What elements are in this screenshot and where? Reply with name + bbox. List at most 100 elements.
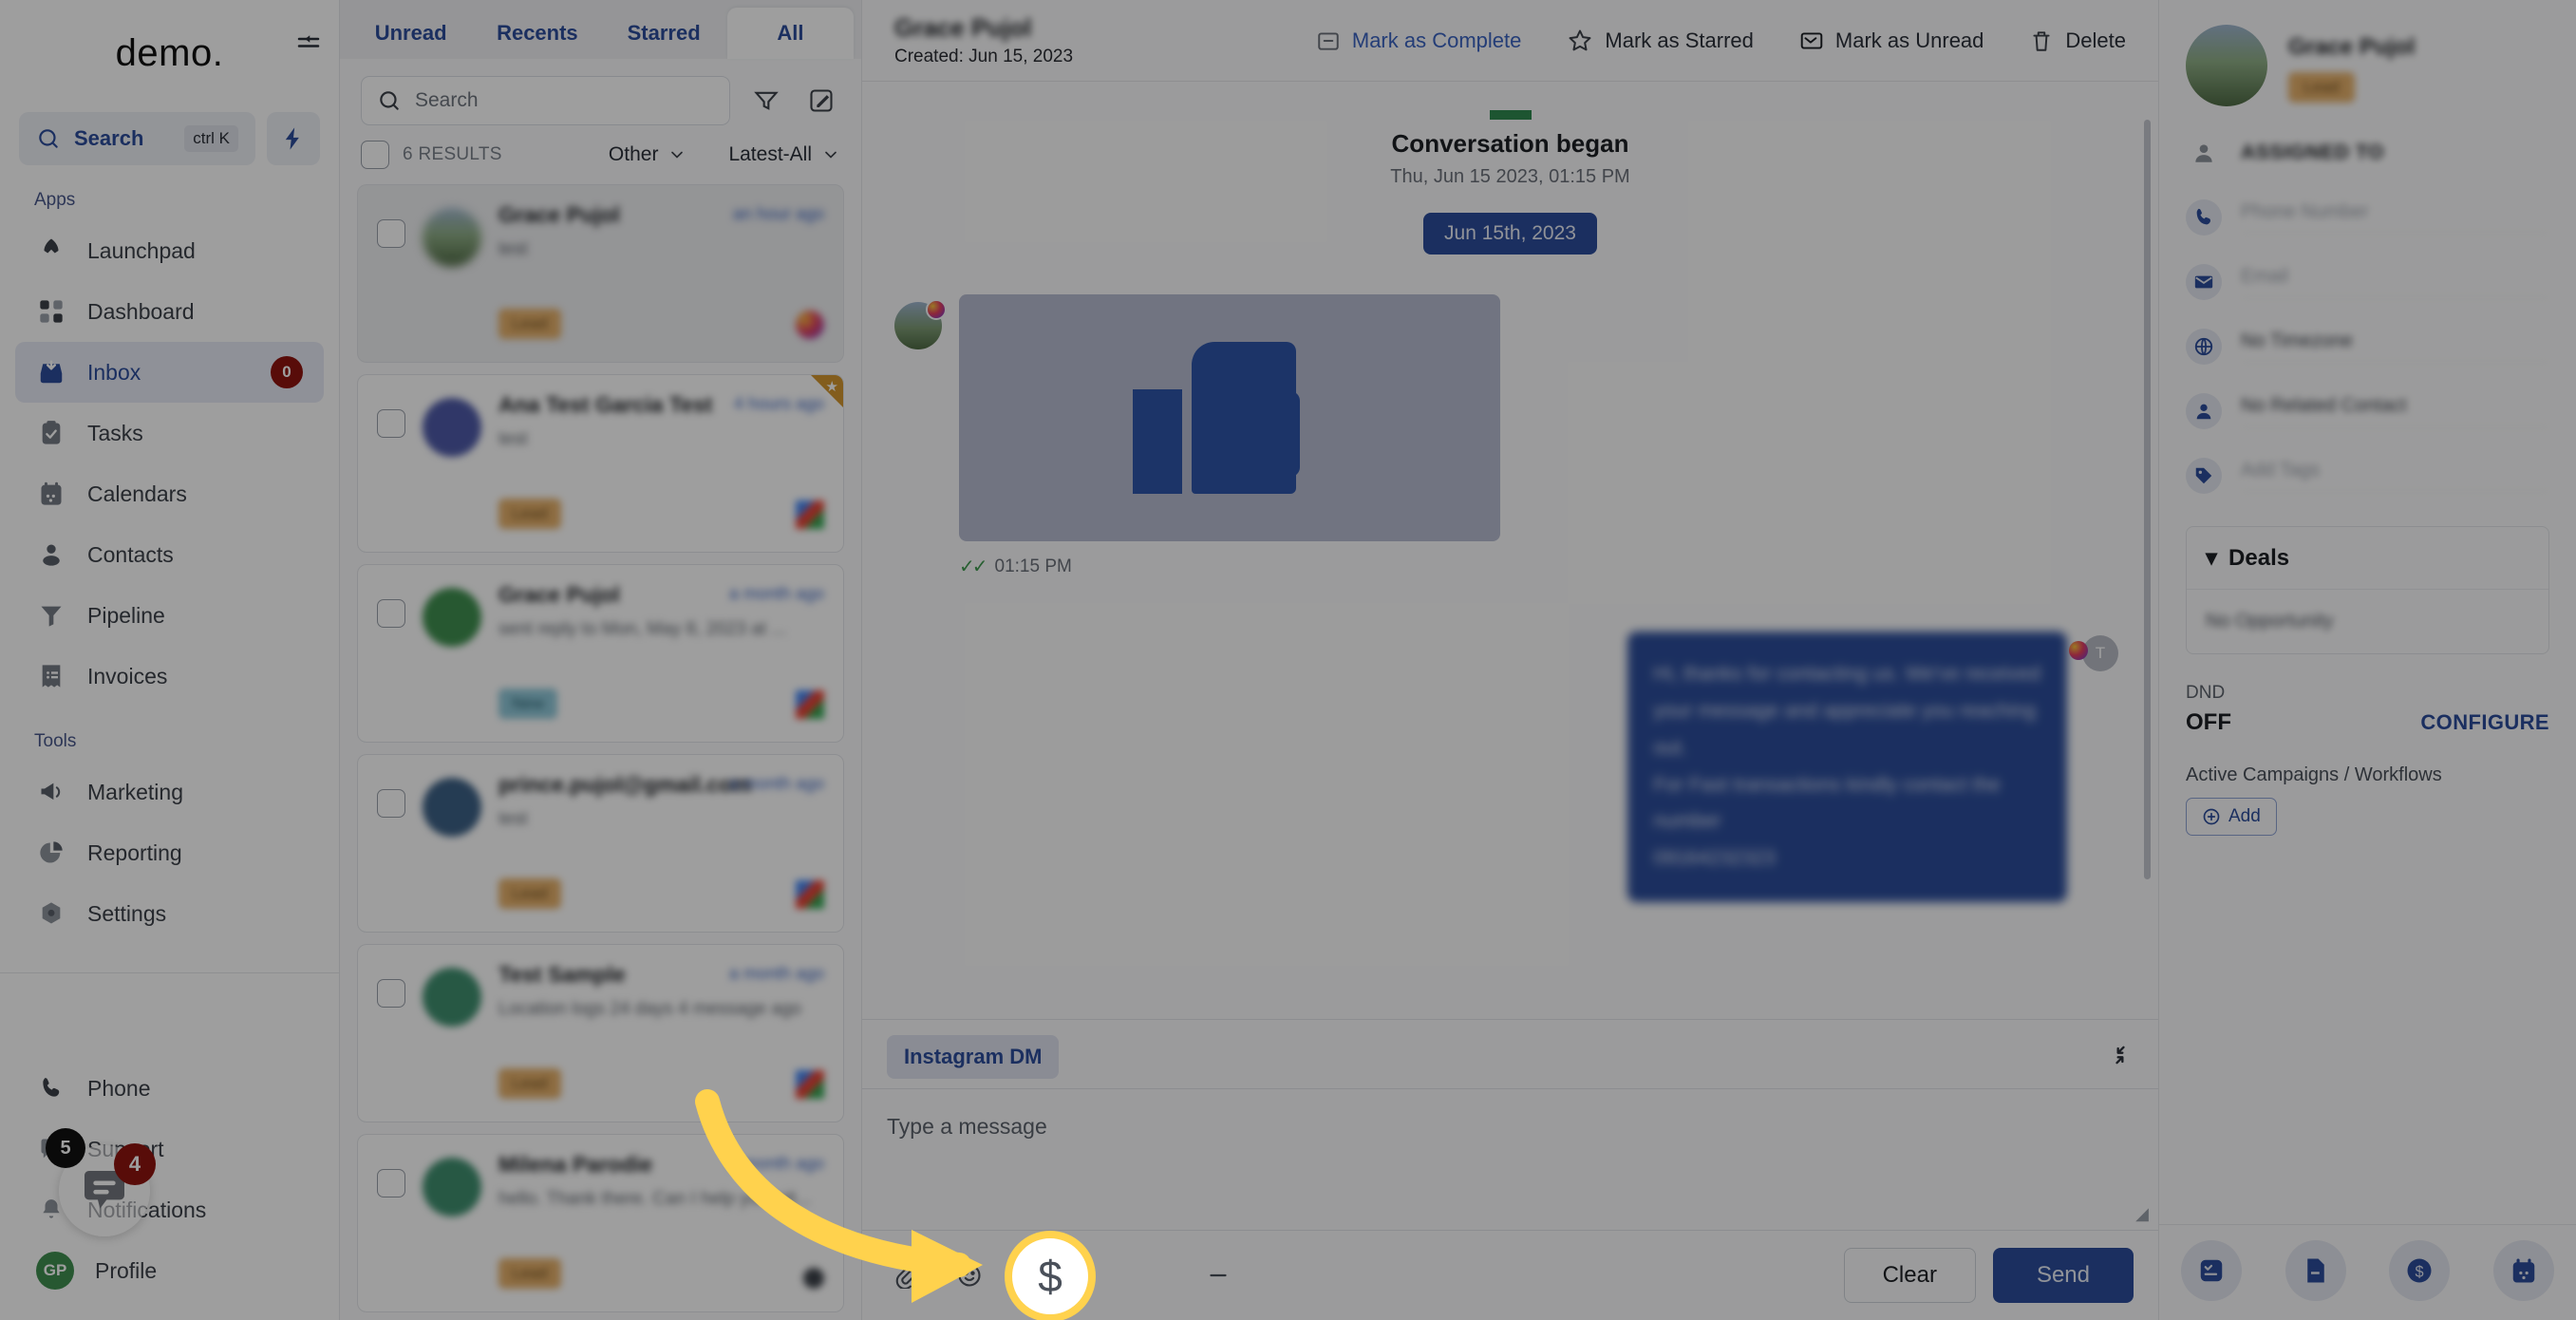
select-all-checkbox[interactable]	[361, 141, 389, 169]
conversation-checkbox[interactable]	[377, 979, 405, 1008]
conversation-checkbox[interactable]	[377, 409, 405, 438]
sidebar-item-calendars[interactable]: Calendars	[15, 463, 324, 524]
list-item[interactable]: Milena Parodie a month ago hello. Thank …	[357, 1134, 844, 1312]
attachment-icon[interactable]	[887, 1257, 923, 1293]
payments-dollar-icon[interactable]: $	[2389, 1240, 2451, 1301]
composer-channel-instagram-dm[interactable]: Instagram DM	[887, 1035, 1060, 1079]
sidebar-item-label: Marketing	[87, 779, 183, 804]
search-icon	[39, 129, 58, 148]
read-receipt-icon: ✓✓	[959, 556, 987, 577]
timezone-row[interactable]: No Timezone	[2186, 329, 2549, 365]
sidebar-item-pipeline[interactable]: Pipeline	[15, 585, 324, 646]
deals-card-header[interactable]: ▾ Deals	[2187, 527, 2548, 590]
delete-button[interactable]: Delete	[2029, 28, 2126, 53]
chevron-down-icon	[825, 151, 837, 159]
appointments-calendar-icon[interactable]	[2493, 1240, 2555, 1301]
person-icon	[36, 539, 66, 570]
flag-icon	[1489, 110, 1532, 120]
sidebar-item-contacts[interactable]: Contacts	[15, 524, 324, 585]
composer-collapse-button[interactable]	[2107, 1042, 2134, 1073]
sidebar-item-marketing[interactable]: Marketing	[15, 762, 324, 822]
emoji-icon[interactable]	[951, 1257, 987, 1293]
sidebar-item-label: Profile	[95, 1257, 158, 1283]
tab-all[interactable]: All	[726, 8, 854, 59]
image-message-bubble[interactable]	[959, 294, 1500, 541]
sidebar-item-label: Tasks	[87, 420, 143, 445]
timestamp: an hour ago	[732, 204, 824, 223]
message-snippet: sent reply to Mon, May 8, 2023 at ...	[498, 619, 787, 639]
sidebar-item-phone[interactable]: Phone	[15, 1058, 324, 1119]
conversation-items: Grace Pujol an hour ago test Lead ★ Ana …	[340, 184, 861, 1320]
list-item[interactable]: Test Sample a month ago Location logs 24…	[357, 944, 844, 1122]
sidebar-item-label: Calendars	[87, 481, 187, 506]
sidebar-item-invoices[interactable]: Invoices	[15, 646, 324, 707]
action-label: Mark as Unread	[1834, 28, 1984, 52]
tab-starred[interactable]: Starred	[601, 8, 727, 59]
message-snippet: test	[498, 429, 528, 449]
compose-edit-icon	[810, 89, 833, 112]
timestamp: a month ago	[728, 584, 824, 603]
phone-row[interactable]: Phone Number	[2186, 199, 2549, 236]
sidebar-item-settings[interactable]: Settings	[15, 883, 324, 944]
quick-actions-button[interactable]	[267, 112, 320, 165]
sidebar-item-inbox[interactable]: Inbox 0	[15, 342, 324, 403]
filter-other-dropdown[interactable]: Other	[609, 143, 687, 166]
conversation-checkbox[interactable]	[377, 789, 405, 818]
tab-unread[interactable]: Unread	[348, 8, 474, 59]
add-campaign-button[interactable]: Add	[2186, 798, 2277, 836]
sidebar-item-tasks[interactable]: Tasks	[15, 403, 324, 463]
contact-name: Grace Pujol	[2288, 34, 2416, 60]
list-item[interactable]: Grace Pujol a month ago sent reply to Mo…	[357, 564, 844, 743]
inbox-badge: 0	[271, 356, 303, 388]
tab-recents[interactable]: Recents	[474, 8, 600, 59]
avatar	[423, 1158, 481, 1216]
message-line: number	[1653, 810, 1721, 833]
tasks-icon[interactable]	[2180, 1240, 2242, 1301]
sidebar-item-launchpad[interactable]: Launchpad	[15, 220, 324, 281]
message-snippet: hello. Thank there. Can I help you wit..…	[498, 1189, 812, 1209]
resize-handle[interactable]: ◢	[2135, 1204, 2149, 1224]
highlighted-payment-dollar-button[interactable]: $	[1005, 1231, 1096, 1320]
conversation-search-placeholder: Search	[415, 89, 479, 111]
email-row[interactable]: Email	[2186, 264, 2549, 300]
send-button[interactable]: Send	[1992, 1248, 2134, 1303]
avatar	[2186, 25, 2267, 106]
timestamp: 4 hours ago	[733, 394, 824, 413]
folder-minus-icon	[1318, 31, 1339, 50]
mark-as-starred-button[interactable]: Mark as Starred	[1567, 28, 1754, 54]
message-input[interactable]: Type a message ◢	[862, 1088, 2158, 1231]
trash-icon	[2033, 30, 2050, 51]
conversation-checkbox[interactable]	[377, 599, 405, 628]
tags-row[interactable]: Add Tags	[2186, 458, 2549, 494]
list-item[interactable]: prince.pujol@gmail.com a month ago test …	[357, 754, 844, 933]
sidebar-item-dashboard[interactable]: Dashboard	[15, 281, 324, 342]
mark-as-complete-button[interactable]: Mark as Complete	[1316, 28, 1521, 53]
list-item[interactable]: Grace Pujol an hour ago test Lead	[357, 184, 844, 363]
thread-scrollbar[interactable]	[2144, 120, 2151, 879]
conversation-list-panel: Unread Recents Starred All Search 6 RESU…	[340, 0, 862, 1320]
search-icon	[380, 91, 399, 110]
collapse-sidebar-button[interactable]	[293, 28, 324, 59]
sidebar-item-reporting[interactable]: Reporting	[15, 822, 324, 883]
date-separator-pill: Jun 15th, 2023	[1423, 213, 1597, 255]
sort-dropdown[interactable]: Latest-All	[728, 143, 840, 166]
global-search-input[interactable]: Search ctrl K	[19, 112, 255, 165]
support-chat-widget[interactable]: 4 5	[46, 1128, 156, 1236]
conversation-search-input[interactable]: Search	[361, 76, 730, 125]
mark-as-unread-button[interactable]: Mark as Unread	[1799, 28, 1984, 53]
assigned-to-row[interactable]: ASSIGNED TO	[2186, 135, 2549, 171]
filter-button[interactable]	[747, 82, 785, 120]
conversation-began-date: Thu, Jun 15 2023, 01:15 PM	[1390, 166, 1630, 187]
related-contact-row[interactable]: No Related Contact	[2186, 393, 2549, 429]
clear-button[interactable]: Clear	[1843, 1248, 1976, 1303]
sidebar-item-profile[interactable]: GP Profile	[15, 1240, 324, 1301]
message-input-placeholder: Type a message	[887, 1114, 1047, 1139]
notes-icon[interactable]	[2285, 1240, 2346, 1301]
dnd-configure-link[interactable]: CONFIGURE	[2420, 710, 2549, 735]
list-item[interactable]: ★ Ana Test Garcia Test 4 hours ago test …	[357, 374, 844, 553]
conversation-checkbox[interactable]	[377, 1169, 405, 1197]
compose-button[interactable]	[802, 82, 840, 120]
conversation-checkbox[interactable]	[377, 219, 405, 248]
more-icon[interactable]	[1200, 1257, 1236, 1293]
sidebar-item-label: Invoices	[87, 663, 168, 688]
